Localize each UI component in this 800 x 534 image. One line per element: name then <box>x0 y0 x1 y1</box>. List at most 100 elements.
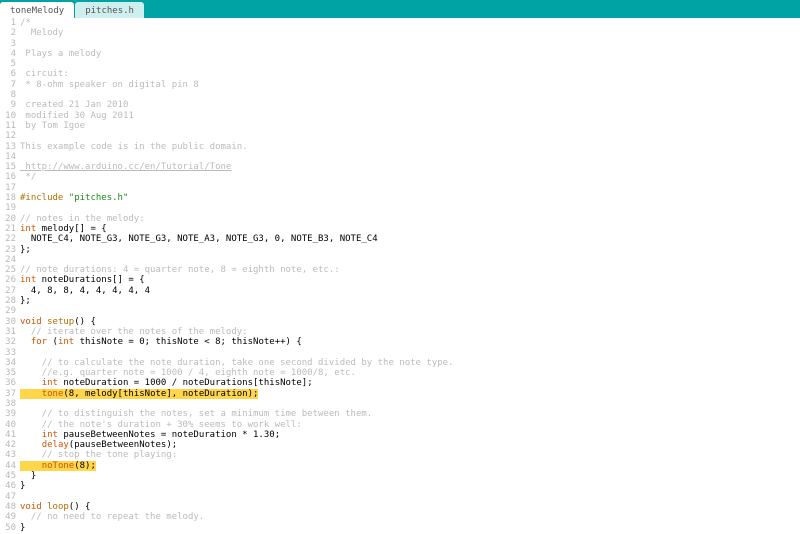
code-line[interactable]: 32 for (int thisNote = 0; thisNote < 8; … <box>0 337 800 347</box>
line-content[interactable]: int noteDuration = 1000 / noteDurations[… <box>20 378 800 388</box>
code-line[interactable]: 29 <box>0 306 800 316</box>
code-line[interactable]: 38 <box>0 399 800 409</box>
line-content[interactable]: // no need to repeat the melody. <box>20 512 800 522</box>
code-line[interactable]: 18#include "pitches.h" <box>0 193 800 203</box>
code-line[interactable]: 10 modified 30 Aug 2011 <box>0 111 800 121</box>
code-line[interactable]: 27 4, 8, 8, 4, 4, 4, 4, 4 <box>0 286 800 296</box>
line-content[interactable]: http://www.arduino.cc/en/Tutorial/Tone <box>20 162 800 172</box>
line-content[interactable]: tone(8, melody[thisNote], noteDuration); <box>20 389 800 399</box>
code-line[interactable]: 12 <box>0 131 800 141</box>
line-content[interactable] <box>20 203 800 213</box>
line-content[interactable]: delay(pauseBetweenNotes); <box>20 440 800 450</box>
line-content[interactable]: int melody[] = { <box>20 224 800 234</box>
code-line[interactable]: 36 int noteDuration = 1000 / noteDuratio… <box>0 378 800 388</box>
code-line[interactable]: 43 // stop the tone playing: <box>0 450 800 460</box>
line-content[interactable]: }; <box>20 245 800 255</box>
code-line[interactable]: 24 <box>0 255 800 265</box>
code-line[interactable]: 21int melody[] = { <box>0 224 800 234</box>
line-content[interactable]: NOTE_C4, NOTE_G3, NOTE_G3, NOTE_A3, NOTE… <box>20 234 800 244</box>
code-area[interactable]: 1/*2 Melody34 Plays a melody56 circuit:7… <box>0 18 800 534</box>
line-content[interactable] <box>20 90 800 100</box>
line-content[interactable]: #include "pitches.h" <box>20 193 800 203</box>
code-line[interactable]: 5 <box>0 59 800 69</box>
code-line[interactable]: 2 Melody <box>0 28 800 38</box>
code-line[interactable]: 14 <box>0 152 800 162</box>
line-content[interactable]: void loop() { <box>20 502 800 512</box>
code-line[interactable]: 1/* <box>0 18 800 28</box>
code-line[interactable]: 28}; <box>0 296 800 306</box>
line-content[interactable]: modified 30 Aug 2011 <box>20 111 800 121</box>
line-content[interactable]: } <box>20 523 800 533</box>
code-line[interactable]: 30void setup() { <box>0 317 800 327</box>
line-content[interactable]: } <box>20 471 800 481</box>
code-line[interactable]: 48void loop() { <box>0 502 800 512</box>
line-content[interactable]: // to distinguish the notes, set a minim… <box>20 409 800 419</box>
line-content[interactable] <box>20 348 800 358</box>
code-line[interactable]: 6 circuit: <box>0 69 800 79</box>
line-content[interactable]: Plays a melody <box>20 49 800 59</box>
code-line[interactable]: 34 // to calculate the note duration, ta… <box>0 358 800 368</box>
code-line[interactable]: 44 noTone(8); <box>0 461 800 471</box>
line-content[interactable] <box>20 131 800 141</box>
code-line[interactable]: 23}; <box>0 245 800 255</box>
line-content[interactable]: by Tom Igoe <box>20 121 800 131</box>
code-line[interactable]: 33 <box>0 348 800 358</box>
line-content[interactable] <box>20 183 800 193</box>
line-content[interactable]: void setup() { <box>20 317 800 327</box>
code-line[interactable]: 41 int pauseBetweenNotes = noteDuration … <box>0 430 800 440</box>
code-line[interactable]: 39 // to distinguish the notes, set a mi… <box>0 409 800 419</box>
tab-pitches-h[interactable]: pitches.h <box>75 2 144 18</box>
line-content[interactable]: /* <box>20 18 800 28</box>
line-content[interactable]: //e.g. quarter note = 1000 / 4, eighth n… <box>20 368 800 378</box>
code-line[interactable]: 15 http://www.arduino.cc/en/Tutorial/Ton… <box>0 162 800 172</box>
line-content[interactable]: noTone(8); <box>20 461 800 471</box>
line-content[interactable]: // notes in the melody: <box>20 214 800 224</box>
line-content[interactable] <box>20 306 800 316</box>
line-content[interactable]: // iterate over the notes of the melody: <box>20 327 800 337</box>
line-content[interactable]: int pauseBetweenNotes = noteDuration * 1… <box>20 430 800 440</box>
line-content[interactable]: for (int thisNote = 0; thisNote < 8; thi… <box>20 337 800 347</box>
code-line[interactable]: 40 // the note's duration + 30% seems to… <box>0 420 800 430</box>
code-line[interactable]: 3 <box>0 39 800 49</box>
code-line[interactable]: 17 <box>0 183 800 193</box>
line-content[interactable] <box>20 255 800 265</box>
line-content[interactable]: circuit: <box>20 69 800 79</box>
line-content[interactable]: // to calculate the note duration, take … <box>20 358 800 368</box>
code-line[interactable]: 25// note durations: 4 = quarter note, 8… <box>0 265 800 275</box>
line-content[interactable]: */ <box>20 172 800 182</box>
tab-tonemelody[interactable]: toneMelody <box>0 2 74 18</box>
line-content[interactable]: 4, 8, 8, 4, 4, 4, 4, 4 <box>20 286 800 296</box>
code-line[interactable]: 49 // no need to repeat the melody. <box>0 512 800 522</box>
code-line[interactable]: 46} <box>0 481 800 491</box>
line-content[interactable] <box>20 492 800 502</box>
code-line[interactable]: 11 by Tom Igoe <box>0 121 800 131</box>
line-content[interactable]: // the note's duration + 30% seems to wo… <box>20 420 800 430</box>
line-content[interactable]: Melody <box>20 28 800 38</box>
code-line[interactable]: 16 */ <box>0 172 800 182</box>
code-line[interactable]: 4 Plays a melody <box>0 49 800 59</box>
line-content[interactable] <box>20 59 800 69</box>
code-line[interactable]: 7 * 8-ohm speaker on digital pin 8 <box>0 80 800 90</box>
code-line[interactable]: 35 //e.g. quarter note = 1000 / 4, eight… <box>0 368 800 378</box>
code-line[interactable]: 13This example code is in the public dom… <box>0 142 800 152</box>
code-line[interactable]: 50} <box>0 523 800 533</box>
line-content[interactable] <box>20 399 800 409</box>
line-content[interactable]: } <box>20 481 800 491</box>
line-content[interactable]: }; <box>20 296 800 306</box>
code-line[interactable]: 47 <box>0 492 800 502</box>
line-content[interactable]: // stop the tone playing: <box>20 450 800 460</box>
line-content[interactable] <box>20 152 800 162</box>
code-line[interactable]: 37 tone(8, melody[thisNote], noteDuratio… <box>0 389 800 399</box>
line-content[interactable]: created 21 Jan 2010 <box>20 100 800 110</box>
line-content[interactable] <box>20 39 800 49</box>
code-line[interactable]: 22 NOTE_C4, NOTE_G3, NOTE_G3, NOTE_A3, N… <box>0 234 800 244</box>
code-line[interactable]: 31 // iterate over the notes of the melo… <box>0 327 800 337</box>
code-line[interactable]: 19 <box>0 203 800 213</box>
code-line[interactable]: 20// notes in the melody: <box>0 214 800 224</box>
code-line[interactable]: 45 } <box>0 471 800 481</box>
code-line[interactable]: 8 <box>0 90 800 100</box>
code-editor[interactable]: 1/*2 Melody34 Plays a melody56 circuit:7… <box>0 18 800 534</box>
code-line[interactable]: 26int noteDurations[] = { <box>0 275 800 285</box>
line-content[interactable]: This example code is in the public domai… <box>20 142 800 152</box>
code-line[interactable]: 9 created 21 Jan 2010 <box>0 100 800 110</box>
